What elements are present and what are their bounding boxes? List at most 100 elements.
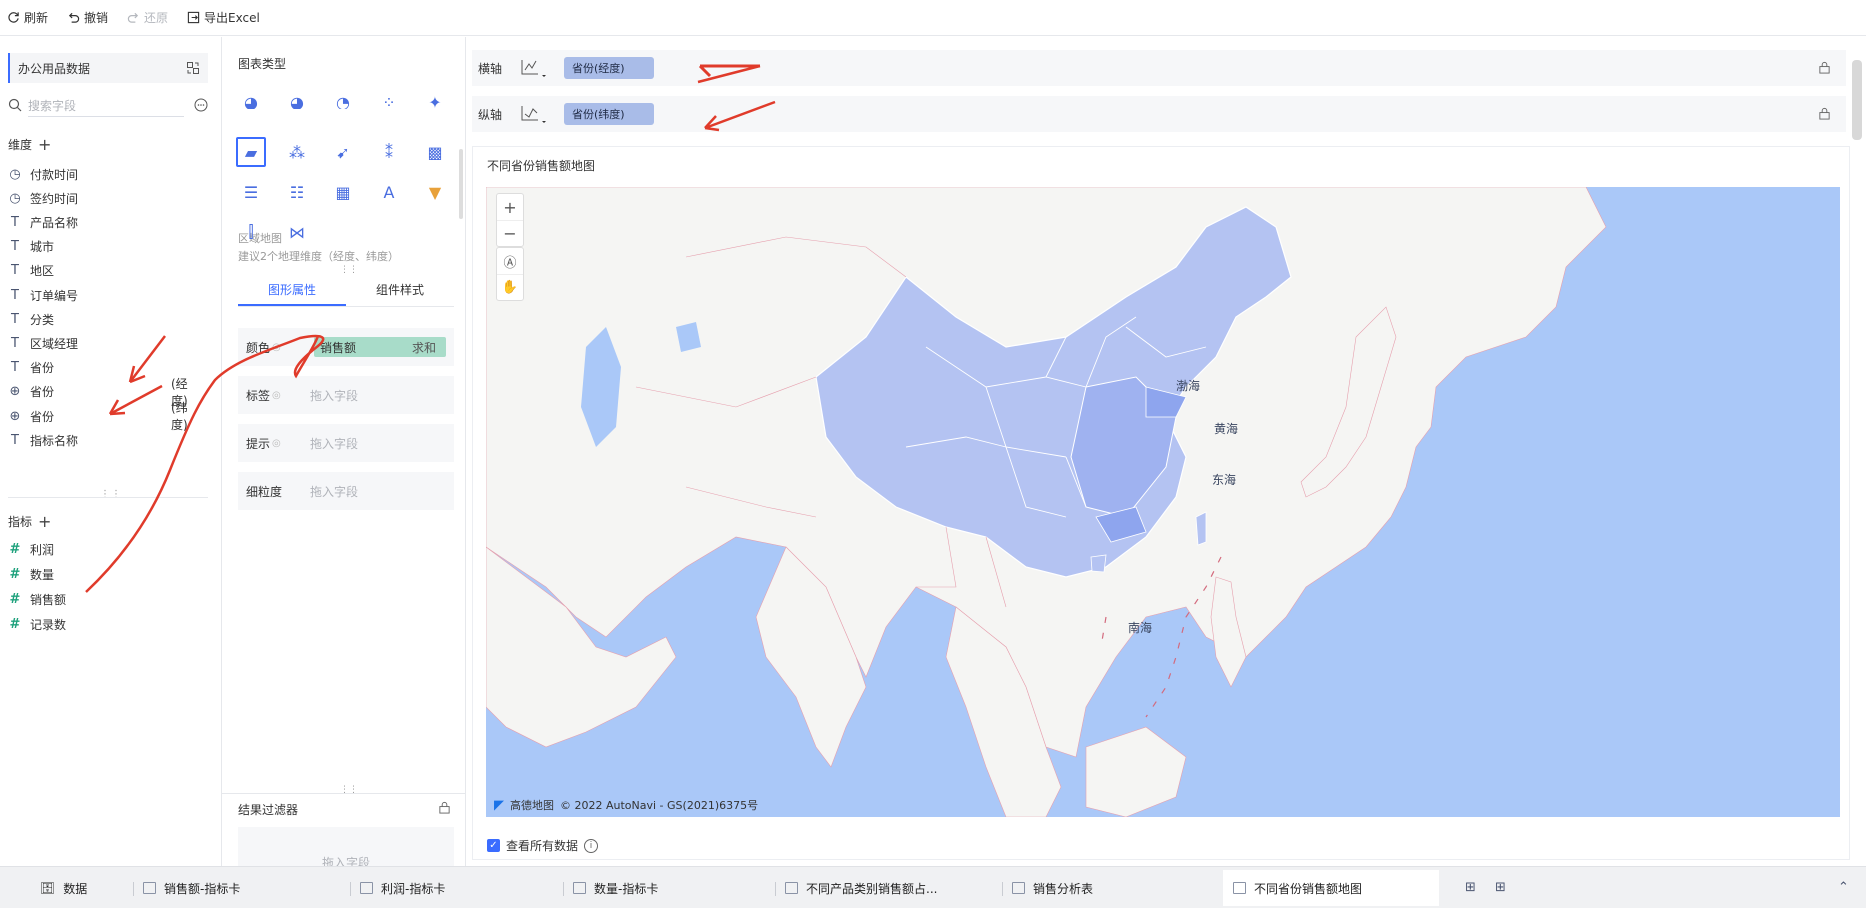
collapse-icon[interactable]: ⌃ xyxy=(1838,880,1849,895)
y-axis-field-pill[interactable]: 省份(纬度) xyxy=(564,103,654,125)
view-all-label: 查看所有数据 xyxy=(506,839,579,853)
dimension-field[interactable]: ◷ 付款时间 xyxy=(8,163,78,185)
add-dimension-icon[interactable]: + xyxy=(38,135,51,154)
tab-graphic-props[interactable]: 图形属性 xyxy=(238,275,346,306)
dimension-field[interactable]: T 城市 xyxy=(8,236,54,258)
map-label-huanghai: 黄海 xyxy=(1214,422,1239,436)
word-cloud-icon[interactable]: A xyxy=(374,177,404,207)
measure-field[interactable]: # 数量 xyxy=(8,563,54,585)
redo-button[interactable]: 还原 xyxy=(126,9,168,26)
search-icon xyxy=(8,98,22,115)
box-plot-icon[interactable]: ⫿ xyxy=(236,217,266,247)
point-map-icon[interactable]: ⁂ xyxy=(282,137,312,167)
view-all-data[interactable]: ✓ 查看所有数据 i xyxy=(487,837,599,854)
add-chart-icon[interactable]: ⊞ xyxy=(1465,880,1476,895)
lock-icon[interactable] xyxy=(438,801,451,817)
dimension-field[interactable]: T 订单编号 xyxy=(8,284,78,306)
pie-chart-icon[interactable]: ◕ xyxy=(282,95,312,109)
cross-table-icon[interactable]: ☷ xyxy=(282,177,312,207)
color-prop-row[interactable]: 颜色 ◎ 销售额 求和 xyxy=(238,328,454,366)
measure-field[interactable]: # 销售额 xyxy=(8,588,66,610)
map-tools: Ⓐ ✋ xyxy=(496,247,524,301)
donut-chart-icon[interactable]: ◔ xyxy=(328,95,358,109)
dimension-field-label: 签约时间 xyxy=(30,191,79,206)
color-field-name: 销售额 xyxy=(320,340,357,355)
dimension-field[interactable]: T 区域经理 xyxy=(8,332,78,354)
scatter-icon[interactable]: ⁘ xyxy=(374,95,404,109)
dimension-field[interactable]: T 地区 xyxy=(8,260,54,282)
dimension-field[interactable]: T 省份 xyxy=(8,357,54,379)
lock-icon[interactable] xyxy=(1818,61,1832,75)
sparkle-icon[interactable]: ✦ xyxy=(420,95,450,109)
table-icon[interactable]: ☰ xyxy=(236,177,266,207)
flow-map-icon[interactable]: ➹ xyxy=(328,137,358,167)
chart-types-scrollbar[interactable] xyxy=(459,149,463,219)
x-axis-settings-icon[interactable] xyxy=(518,56,548,80)
panel-resize-handle[interactable]: ⋮⋮ xyxy=(100,489,122,500)
dimension-field-label: 指标名称 xyxy=(30,433,79,448)
tab-separator xyxy=(1002,882,1003,896)
y-axis-shelf[interactable]: 纵轴 省份(纬度) xyxy=(472,96,1846,132)
measure-field[interactable]: # 利润 xyxy=(8,538,54,560)
tooltip-prop-row[interactable]: 提示 ◎ 拖入字段 xyxy=(238,424,454,462)
right-scrollbar[interactable] xyxy=(1852,60,1862,140)
hainan xyxy=(1090,554,1107,573)
add-measure-icon[interactable]: + xyxy=(38,512,51,531)
export-icon xyxy=(186,11,200,25)
dimension-field[interactable]: ⊕ 省份 (纬度) xyxy=(8,401,188,432)
refresh-button[interactable]: 刷新 xyxy=(6,9,48,26)
info-icon[interactable]: i xyxy=(584,838,599,853)
measure-field[interactable]: # 记录数 xyxy=(8,613,66,635)
granularity-prop-row[interactable]: 细粒度 拖入字段 xyxy=(238,472,454,510)
add-dashboard-icon[interactable]: ⊞ xyxy=(1495,880,1506,895)
more-options-icon[interactable] xyxy=(194,98,208,115)
granularity-label: 细粒度 xyxy=(246,484,283,499)
amap-logo-icon: ◤ xyxy=(494,797,504,813)
tab-component-style[interactable]: 组件样式 xyxy=(346,275,454,306)
label-drop-zone[interactable]: 拖入字段 xyxy=(310,387,358,404)
dataset-selector[interactable]: 办公用品数据 xyxy=(8,53,208,83)
sheet-tab[interactable]: 🗄 数据 xyxy=(40,870,100,906)
resize-handle[interactable]: ⋮⋮ xyxy=(340,265,358,275)
export-excel-button[interactable]: 导出Excel xyxy=(186,9,260,26)
granularity-prop-label: 细粒度 xyxy=(246,483,310,500)
bubble-map-icon[interactable]: ⁑ xyxy=(374,137,404,167)
region-map[interactable]: + − Ⓐ ✋ 渤海 黄海 东海 南海 ◤ 高德地图 © 2022 AutoNa… xyxy=(486,187,1840,817)
zoom-out-icon[interactable]: − xyxy=(497,220,523,246)
dimension-field[interactable]: T 产品名称 xyxy=(8,211,78,233)
sankey-icon[interactable]: ⋈ xyxy=(282,217,312,247)
sheet-tab[interactable]: 不同省份销售额地图 xyxy=(1223,870,1439,906)
switch-dataset-icon[interactable] xyxy=(186,61,200,75)
dimension-field[interactable]: T 指标名称 xyxy=(8,429,78,451)
tooltip-drop-zone[interactable]: 拖入字段 xyxy=(310,435,358,452)
dimension-field[interactable]: T 分类 xyxy=(8,308,54,330)
sheet-tab[interactable]: 销售额-指标卡 xyxy=(143,870,273,906)
x-axis-field-pill[interactable]: 省份(经度) xyxy=(564,57,654,79)
dimension-field[interactable]: ◷ 签约时间 xyxy=(8,187,78,209)
color-field-pill[interactable]: 销售额 求和 xyxy=(314,337,446,357)
sheet-tab[interactable]: 利润-指标卡 xyxy=(360,870,490,906)
granularity-drop-zone[interactable]: 拖入字段 xyxy=(310,483,358,500)
pie-chart-icon[interactable]: ◕ xyxy=(236,95,266,109)
sheet-tab[interactable]: 不同产品类别销售额占... xyxy=(785,870,965,906)
search-input[interactable] xyxy=(28,95,184,117)
checkbox-checked-icon[interactable]: ✓ xyxy=(487,839,500,852)
sheet-tab[interactable]: 数量-指标卡 xyxy=(573,870,703,906)
zoom-in-icon[interactable]: + xyxy=(497,194,523,220)
heat-map-icon[interactable]: ▩ xyxy=(420,137,450,167)
color-label: 颜色 xyxy=(246,340,271,355)
funnel-icon[interactable]: ▼ xyxy=(420,177,450,207)
sheet-tab[interactable]: 销售分析表 xyxy=(1012,870,1122,906)
label-prop-row[interactable]: 标签 ◎ 拖入字段 xyxy=(238,376,454,414)
region-map-icon[interactable]: ▰ xyxy=(236,137,266,167)
dimension-field[interactable]: ⊕ 省份 (经度) xyxy=(8,377,188,408)
y-axis-settings-icon[interactable] xyxy=(518,102,548,126)
compass-icon[interactable]: Ⓐ xyxy=(497,248,523,274)
undo-button[interactable]: 撤销 xyxy=(66,9,108,26)
lock-icon[interactable] xyxy=(1818,107,1832,121)
resize-handle[interactable]: ⋮⋮ xyxy=(340,785,358,795)
treemap-icon[interactable]: ▦ xyxy=(328,177,358,207)
sheet-tabs-bar: 🗄 数据 销售额-指标卡 利润-指标卡 数量-指标卡 不同产品类别销售额占... 销售分析表… xyxy=(0,866,1866,908)
x-axis-shelf[interactable]: 横轴 省份(经度) xyxy=(472,50,1846,86)
pan-hand-icon[interactable]: ✋ xyxy=(497,274,523,300)
